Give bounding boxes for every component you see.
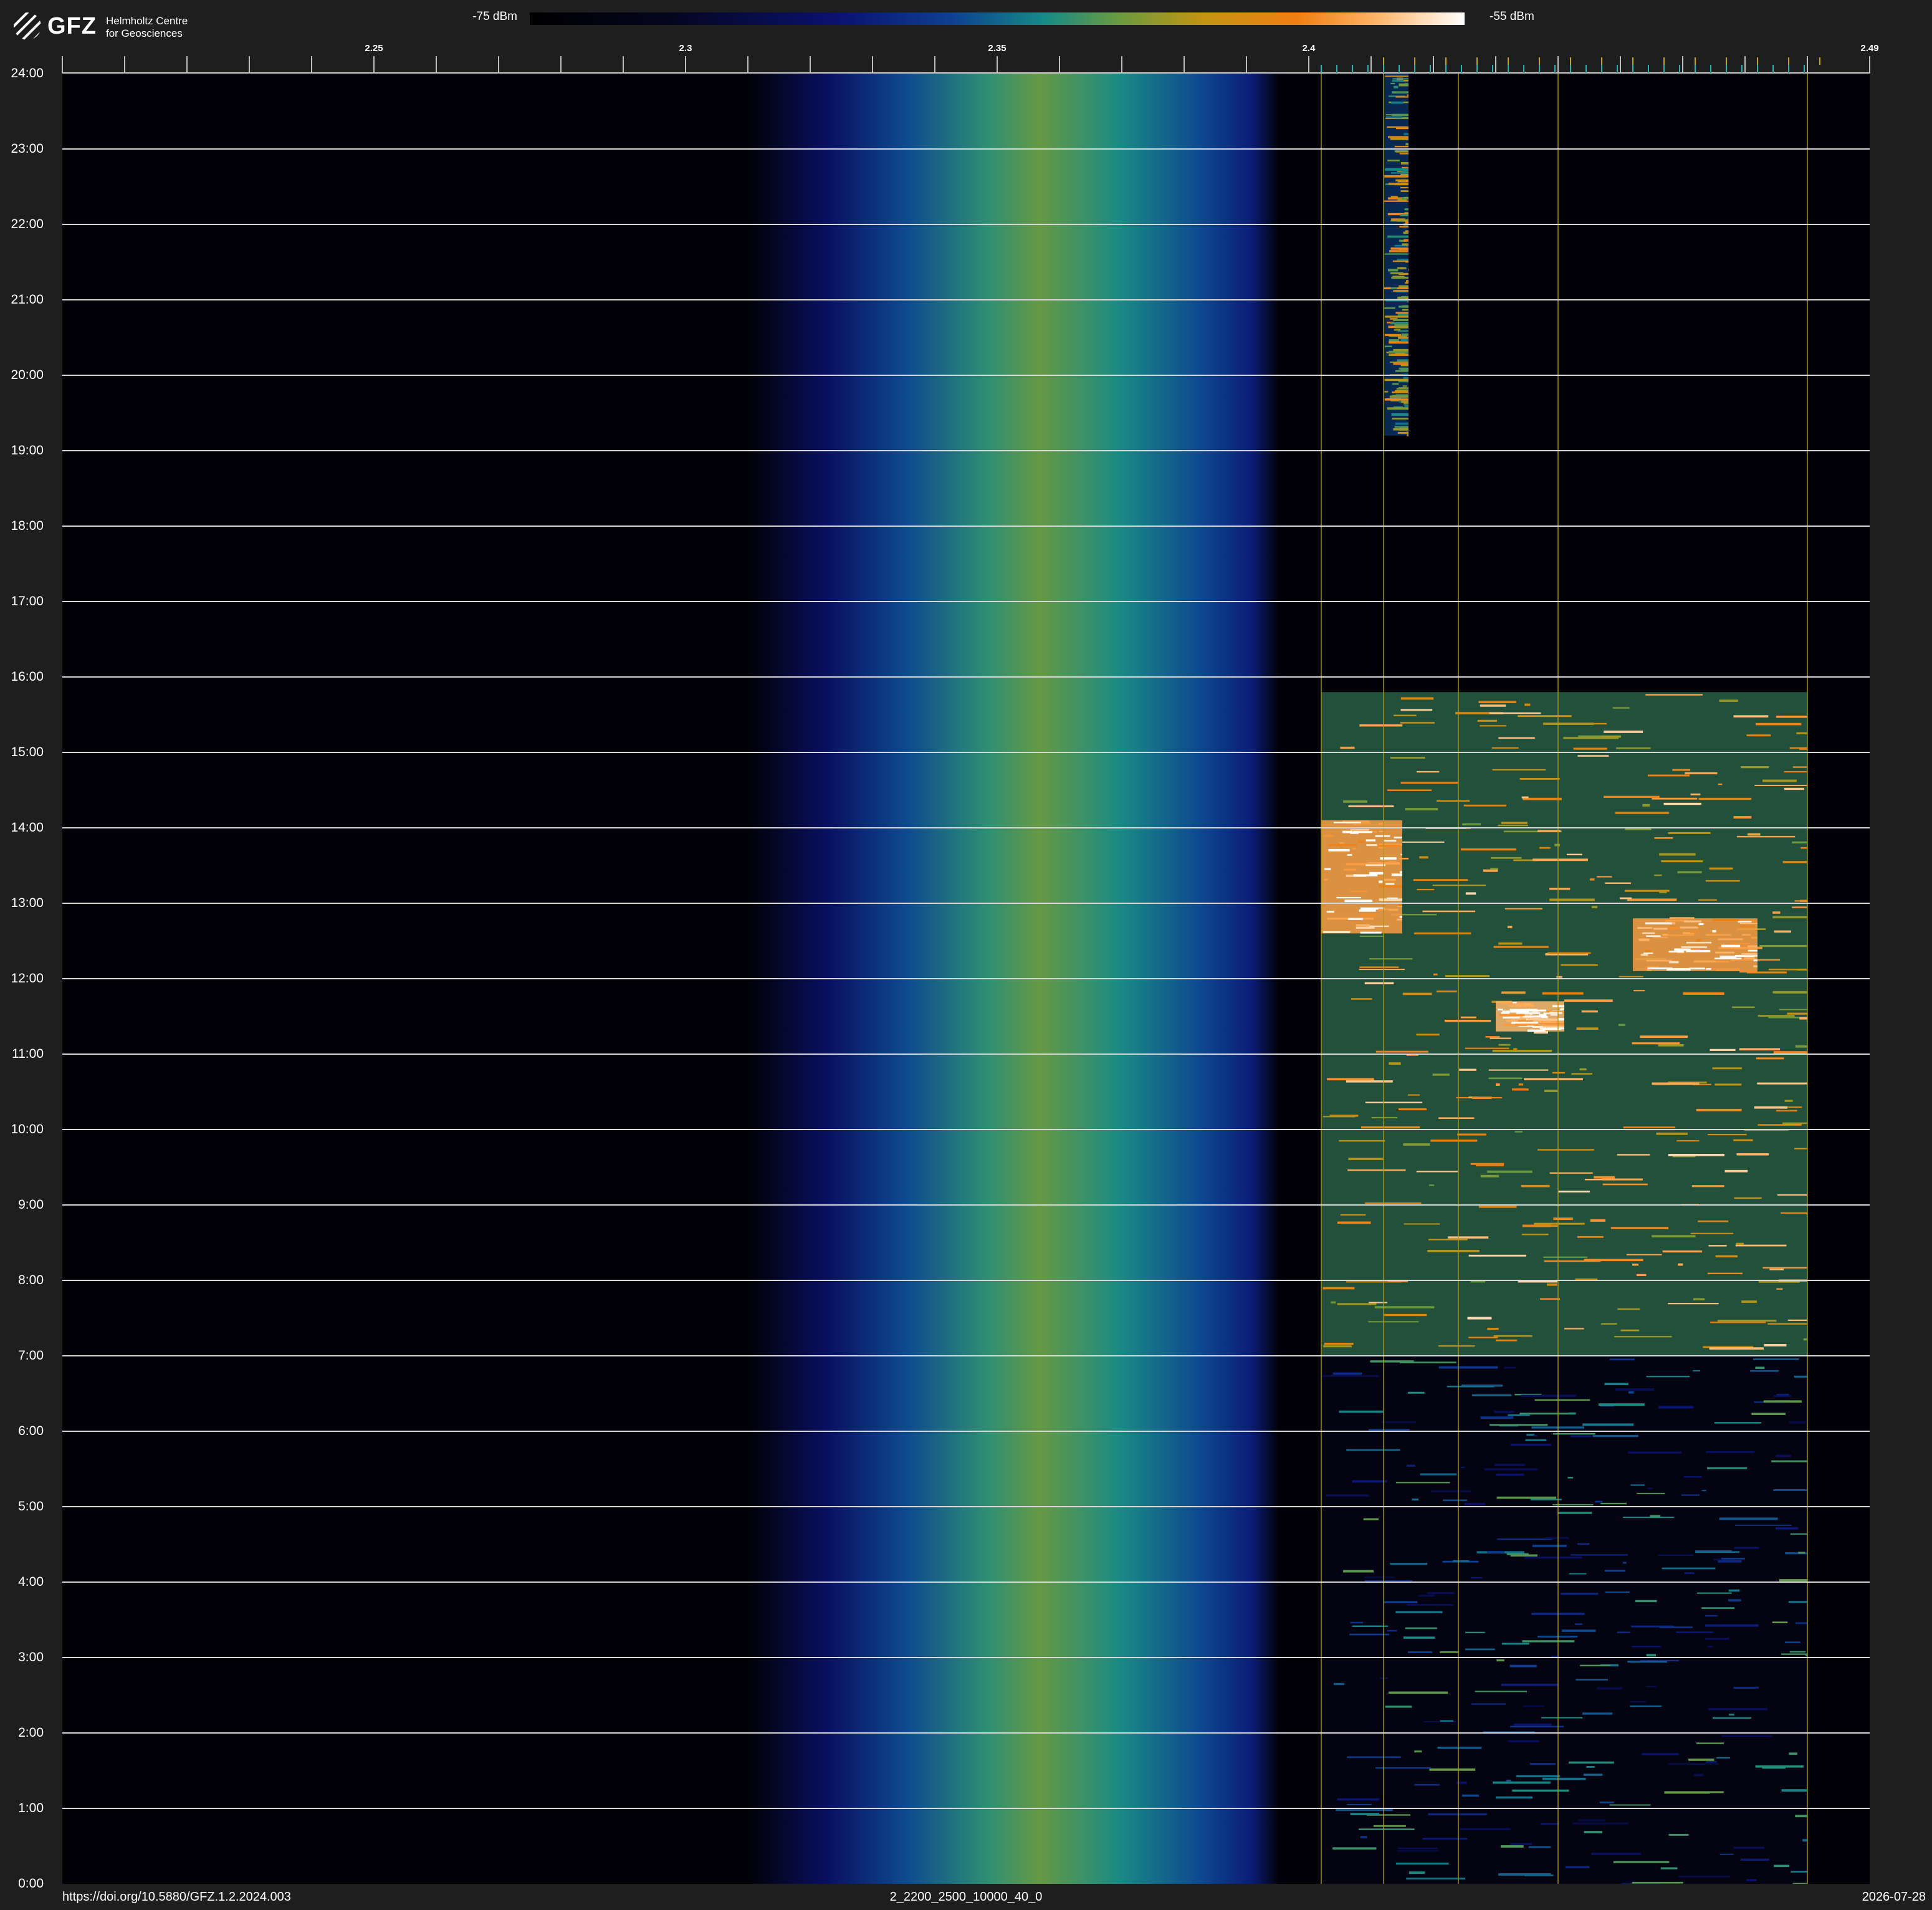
doi-link[interactable]: https://doi.org/10.5880/GFZ.1.2.2024.003 (62, 1890, 291, 1904)
colorbar-max-label: -55 dBm (1490, 10, 1534, 23)
time-tick-label: 14:00 (11, 820, 44, 835)
spectrogram-plot (62, 74, 1870, 1884)
region-wifi-activity-night (1321, 1356, 1807, 1884)
spectrogram-svg (62, 74, 1870, 1884)
time-tick-label: 16:00 (11, 669, 44, 684)
time-tick-label: 19:00 (11, 443, 44, 458)
time-tick-label: 3:00 (18, 1650, 44, 1664)
region-wifi-hotspot-3 (1496, 1001, 1564, 1034)
time-tick-label: 2:00 (18, 1725, 44, 1740)
time-tick-label: 13:00 (11, 896, 44, 910)
time-tick-label: 21:00 (11, 292, 44, 307)
time-tick-label: 23:00 (11, 142, 44, 156)
freq-tick-label: 2.35 (988, 43, 1006, 54)
time-tick-label: 8:00 (18, 1273, 44, 1287)
time-tick-label: 6:00 (18, 1424, 44, 1438)
time-tick-label: 17:00 (11, 594, 44, 608)
colorbar (530, 12, 1465, 25)
region-wifi-hotspot-2 (1633, 918, 1757, 973)
region-persistent-carrier (1384, 74, 1408, 436)
frequency-axis: 2.25 2.3 2.35 2.4 2.49 (62, 43, 1879, 74)
time-tick-label: 18:00 (11, 519, 44, 533)
logo-subtitle-line1: Helmholtz Centre (106, 15, 188, 27)
time-tick-label: 10:00 (11, 1122, 44, 1136)
time-tick-label: 9:00 (18, 1197, 44, 1212)
date-label: 2026-07-28 (1862, 1890, 1926, 1904)
time-tick-label: 1:00 (18, 1801, 44, 1815)
time-tick-label: 24:00 (11, 66, 44, 80)
gfz-logo-icon (14, 12, 41, 40)
time-tick-label: 15:00 (11, 745, 44, 759)
colorbar-min-label: -75 dBm (472, 10, 517, 23)
region-wifi-hotspot-1 (1321, 820, 1402, 934)
time-tick-label: 4:00 (18, 1575, 44, 1589)
time-tick-label: 12:00 (11, 971, 44, 986)
footer: https://doi.org/10.5880/GFZ.1.2.2024.003… (0, 1884, 1932, 1910)
time-tick-label: 20:00 (11, 368, 44, 382)
freq-tick-label: 2.3 (679, 43, 692, 54)
time-axis: 0:00 1:00 2:00 3:00 4:00 5:00 6:00 7:00 8:00 9:00… (0, 62, 62, 1895)
freq-tick-label: 2.49 (1860, 43, 1878, 54)
logo-wordmark: GFZ (47, 13, 97, 39)
freq-tick-label: 2.25 (365, 43, 383, 54)
time-tick-label: 22:00 (11, 217, 44, 231)
freq-tick-label: 2.4 (1303, 43, 1316, 54)
time-tick-label: 11:00 (12, 1047, 44, 1061)
time-tick-label: 7:00 (18, 1348, 44, 1363)
time-tick-label: 5:00 (18, 1499, 44, 1514)
